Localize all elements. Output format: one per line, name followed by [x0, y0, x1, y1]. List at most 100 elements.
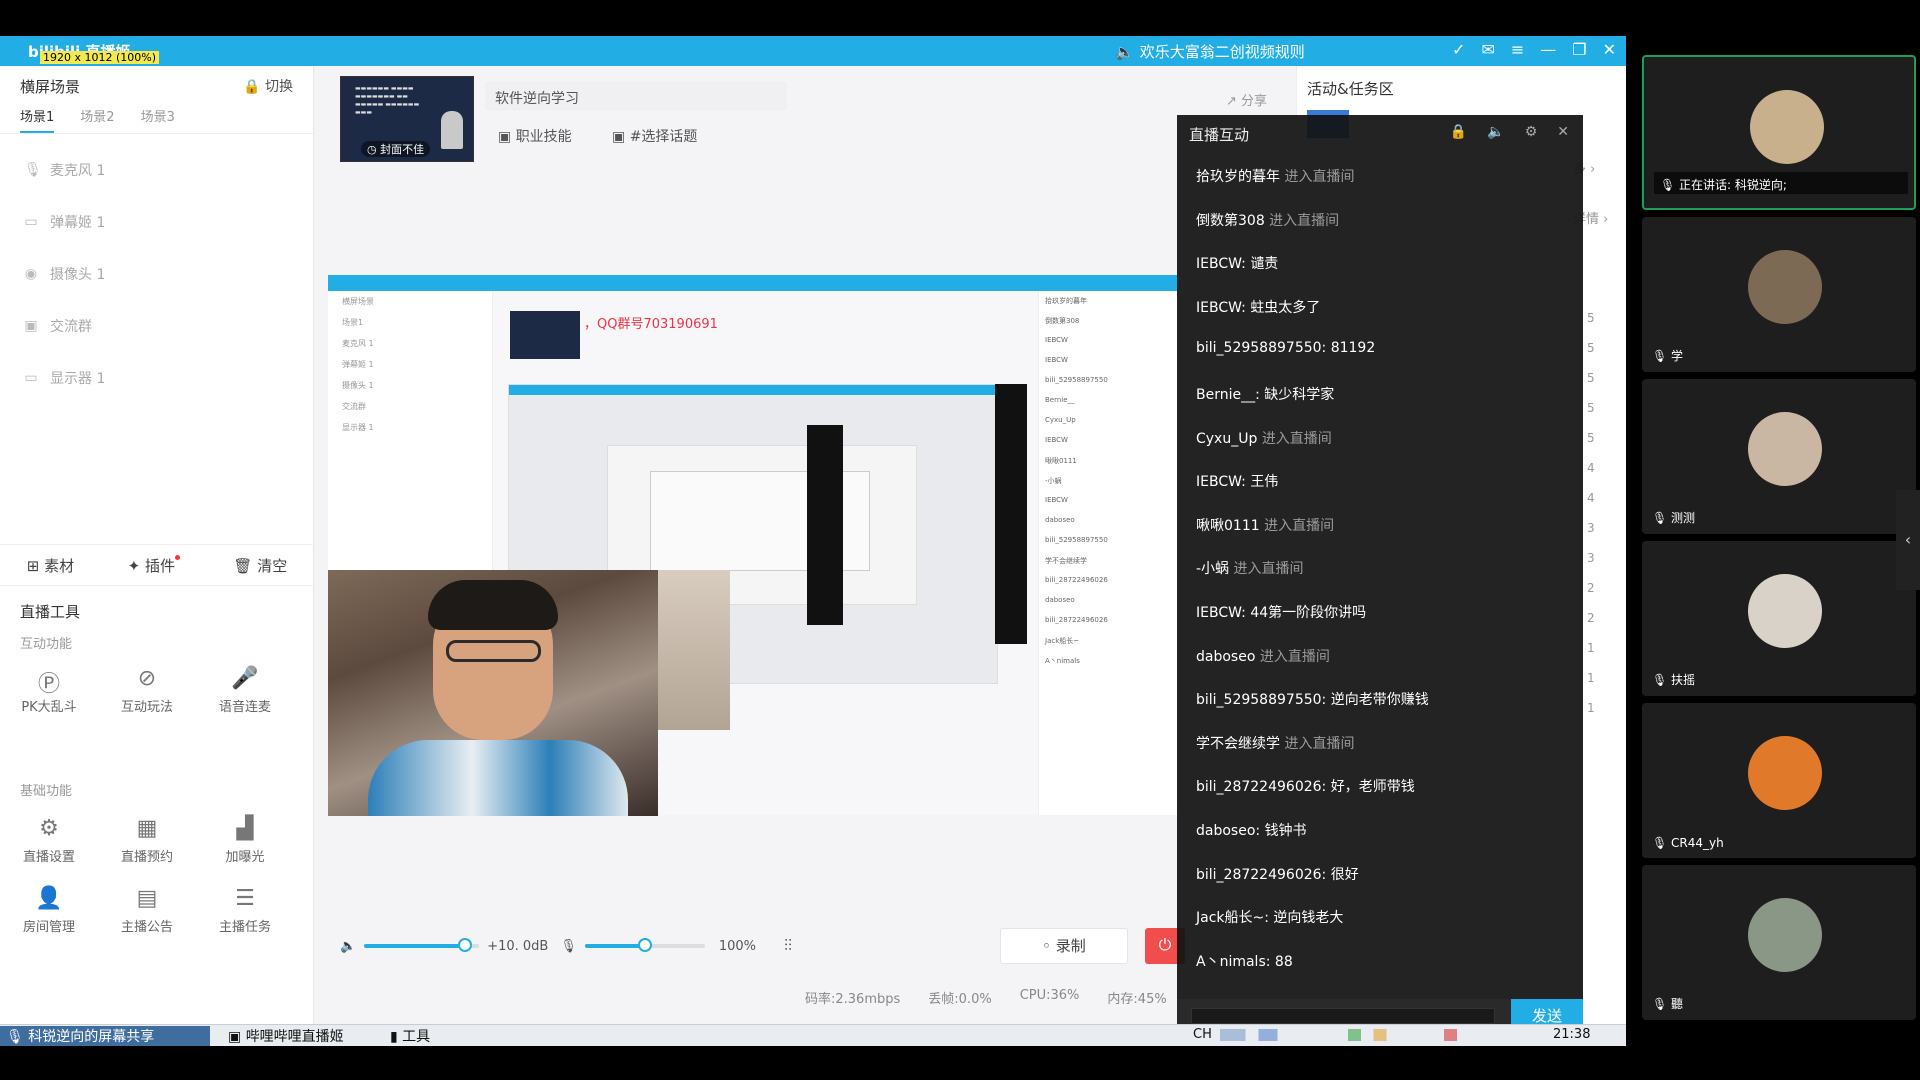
rank-number: 5	[1587, 341, 1595, 355]
close-icon[interactable]: ✕	[1603, 40, 1616, 59]
chat-user[interactable]: 学不会继续学	[1196, 736, 1284, 752]
voice-link-button[interactable]: 🎤 语音连麦	[196, 666, 294, 715]
topic-button[interactable]: ▣ #选择话题	[612, 126, 697, 146]
input-language[interactable]: CH	[1193, 1027, 1212, 1042]
clear-button[interactable]: 🗑 清空	[233, 555, 287, 576]
mail-icon[interactable]: ✉	[1481, 40, 1494, 59]
live-reserve-button[interactable]: ▦ 直播预约	[98, 816, 196, 865]
rank-number: 1	[1587, 641, 1595, 655]
room-title-input[interactable]: 软件逆向学习	[486, 82, 786, 110]
anchor-task-button[interactable]: ☰ 主播任务	[196, 886, 294, 935]
chat-message: A丶nimals: 88	[1196, 938, 1583, 982]
boost-exposure-button[interactable]: ▟ 加曝光	[196, 816, 294, 865]
tab-scene-1[interactable]: 场景1	[20, 106, 55, 133]
chat-user[interactable]: Jack船长~:	[1196, 910, 1273, 926]
source-item-mic[interactable]: 🎙 麦克风 1	[24, 144, 313, 196]
anchor-notice-button[interactable]: ▤ 主播公告	[98, 886, 196, 935]
chat-user[interactable]: 啾啾0111	[1196, 518, 1264, 534]
chat-text: 很好	[1330, 866, 1359, 883]
chat-user[interactable]: IEBCW:	[1196, 256, 1250, 272]
cover-image[interactable]: ▬▬▬▬▬▬ ▬▬▬▬ ▬▬▬▬▬▬▬ ▬▬ ▬▬▬▬▬ ▬▬▬▬▬▬ ▬▬▬ …	[340, 76, 474, 162]
check-icon[interactable]: ✓	[1452, 40, 1465, 59]
voice-icon: 🎤	[231, 666, 259, 691]
notice-link[interactable]: 🔈 欢乐大富翁二创视频规则	[1115, 41, 1305, 62]
chat-user[interactable]: -小蜗	[1196, 561, 1234, 577]
tab-scene-2[interactable]: 场景2	[80, 106, 114, 133]
collapse-arrow-icon[interactable]: ‹	[1896, 490, 1920, 590]
source-item-group[interactable]: ▣ 交流群	[24, 300, 313, 352]
desktop-volume-slider[interactable]	[364, 938, 480, 952]
taskbar-tool-item[interactable]: ▮ 工具	[384, 1026, 534, 1046]
share-button[interactable]: ↗ 分享	[1226, 90, 1267, 109]
material-button[interactable]: ⊞ 素材	[27, 555, 74, 576]
chat-user[interactable]: bili_52958897550:	[1196, 340, 1331, 356]
volume-icon[interactable]: 🔈	[1487, 124, 1504, 140]
chat-title: 直播互动	[1189, 126, 1250, 144]
nested-list-item: -小蜗	[1045, 477, 1062, 485]
chat-header: 直播互动 🔒 🔈 ⚙ ✕	[1177, 115, 1583, 153]
chat-user[interactable]: A丶nimals:	[1196, 954, 1275, 970]
chat-user[interactable]: daboseo	[1196, 649, 1260, 665]
pk-icon: Ⓟ	[37, 672, 60, 697]
participant-card[interactable]: 🎙 测测	[1642, 379, 1916, 534]
cpu-usage: CPU:36%	[1019, 988, 1080, 1003]
rank-number: 1	[1587, 701, 1595, 715]
mic-volume-slider[interactable]	[584, 938, 705, 952]
source-item-danmaku[interactable]: ▭ 弹幕姬 1	[24, 196, 313, 248]
chat-user[interactable]: IEBCW:	[1196, 605, 1250, 621]
category-button[interactable]: ▣ 职业技能	[498, 126, 572, 146]
chat-user[interactable]: Cyxu_Up	[1196, 431, 1262, 447]
source-item-camera[interactable]: ◉ 摄像头 1	[24, 248, 313, 300]
system-tray[interactable]	[1220, 1029, 1540, 1041]
close-icon[interactable]: ✕	[1557, 124, 1569, 140]
tab-scene-3[interactable]: 场景3	[141, 106, 175, 133]
chat-input[interactable]	[1191, 1008, 1495, 1024]
basic-tools-row-2: 👤 房间管理 ▤ 主播公告 ☰ 主播任务	[0, 886, 314, 935]
participant-card[interactable]: 🎙 正在讲话: 科锐逆向;	[1642, 55, 1916, 210]
live-settings-button[interactable]: ⚙ 直播设置	[0, 816, 98, 865]
mic-icon[interactable]: 🎙	[560, 939, 577, 954]
mic-icon: 🎙	[24, 162, 42, 178]
chat-user[interactable]: IEBCW:	[1196, 474, 1250, 490]
plugin-button[interactable]: ✦ 插件	[128, 554, 180, 576]
interactive-play-button[interactable]: ⊘ 互动玩法	[98, 666, 196, 715]
participant-card[interactable]: 🎙 扶摇	[1642, 541, 1916, 696]
restore-icon[interactable]: ❐	[1572, 40, 1586, 59]
mixer-icon[interactable]: ⫶⫶	[784, 936, 792, 956]
participant-card[interactable]: 🎙 CR44_yh	[1642, 703, 1916, 858]
chat-text: 钱钟书	[1264, 822, 1307, 839]
chat-message: Cyxu_Up 进入直播间	[1196, 415, 1583, 459]
mic-knob[interactable]	[637, 938, 652, 952]
room-manage-button[interactable]: 👤 房间管理	[0, 886, 98, 935]
menu-icon[interactable]: ≡	[1511, 40, 1524, 59]
record-button[interactable]: ◦ 录制	[1000, 928, 1128, 964]
chat-user[interactable]: 倒数第308	[1196, 213, 1269, 229]
chat-user[interactable]: bili_28722496026:	[1196, 867, 1331, 883]
app-icon: ▣	[228, 1029, 242, 1045]
chat-user[interactable]: Bernie__:	[1196, 387, 1264, 403]
chat-user[interactable]: daboseo:	[1196, 823, 1265, 839]
switch-button[interactable]: 🔒 切换	[243, 76, 293, 96]
participant-card[interactable]: 🎙 学	[1642, 217, 1916, 372]
cover-person	[441, 111, 463, 149]
gear-icon[interactable]: ⚙	[1525, 124, 1538, 140]
lock-icon[interactable]: 🔒	[1450, 124, 1467, 140]
chat-text: 44第一阶段你讲吗	[1250, 604, 1367, 621]
participant-card[interactable]: 🎙 聽	[1642, 865, 1916, 1020]
live-interaction-window: 直播互动 🔒 🔈 ⚙ ✕ 拾玖岁的暮年 进入直播间 倒数第308 进入直播间 IEB…	[1177, 115, 1583, 1033]
minimize-icon[interactable]: —	[1540, 40, 1556, 59]
taskbar-bili-item[interactable]: ▣ 哔哩哔哩直播姬	[222, 1026, 382, 1046]
taskbar-share-item[interactable]: 🎙 科锐逆向的屏幕共享	[0, 1026, 210, 1046]
source-item-monitor[interactable]: ▭ 显示器 1	[24, 352, 313, 404]
chat-user[interactable]: IEBCW:	[1196, 300, 1250, 316]
nested-list-item: IEBCW	[1045, 496, 1068, 504]
speaker-volume-icon[interactable]: 🔈	[340, 939, 356, 954]
nested-list-item: 啾啾0111	[1045, 457, 1077, 465]
chat-user[interactable]: bili_52958897550:	[1196, 692, 1331, 708]
chat-message-list: 拾玖岁的暮年 进入直播间 倒数第308 进入直播间 IEBCW: 谴责 IEBCW: …	[1177, 153, 1583, 981]
volume-knob[interactable]	[458, 938, 473, 952]
pk-button[interactable]: Ⓟ PK大乱斗	[0, 666, 98, 715]
chat-user[interactable]: 拾玖岁的暮年	[1196, 169, 1284, 185]
chat-user[interactable]: bili_28722496026:	[1196, 779, 1331, 795]
scene-header: 横屏场景 🔒 切换	[0, 66, 313, 106]
